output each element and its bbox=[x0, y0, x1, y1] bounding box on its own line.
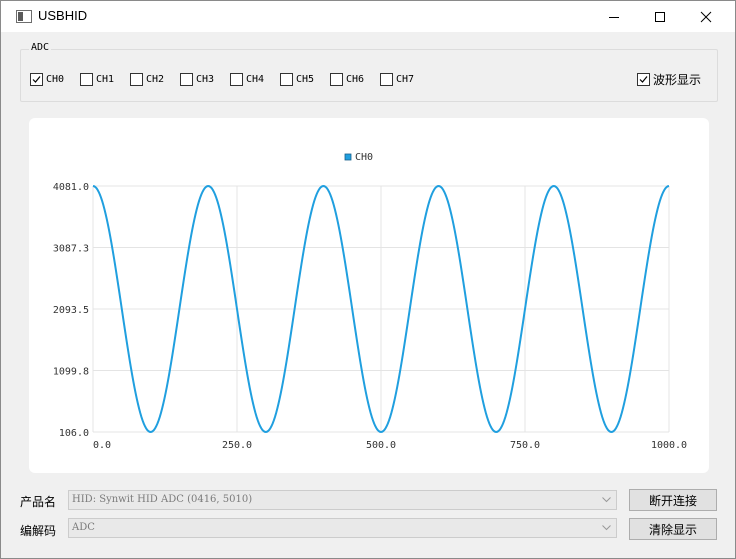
minimize-icon bbox=[609, 16, 619, 18]
checkbox-box[interactable] bbox=[30, 72, 43, 86]
y-tick-label: 2093.5 bbox=[53, 305, 89, 316]
channel-label: CH7 bbox=[396, 73, 415, 85]
channel-checkbox-ch5[interactable]: CH5 bbox=[280, 71, 314, 87]
channel-label: CH4 bbox=[246, 73, 265, 85]
adc-groupbox bbox=[20, 49, 718, 102]
checkbox-box[interactable] bbox=[280, 72, 293, 86]
checkmark-icon bbox=[32, 75, 41, 83]
channel-checkbox-ch3[interactable]: CH3 bbox=[180, 71, 214, 87]
disconnect-button[interactable]: 断开连接 bbox=[629, 489, 717, 511]
chevron-down-icon bbox=[602, 525, 611, 531]
checkmark-icon bbox=[639, 75, 648, 83]
channel-label: CH1 bbox=[96, 73, 115, 85]
y-tick-label: 4081.0 bbox=[53, 182, 89, 193]
channel-label: CH3 bbox=[196, 73, 215, 85]
channel-checkbox-ch4[interactable]: CH4 bbox=[230, 71, 264, 87]
y-tick-label: 1099.8 bbox=[53, 367, 89, 378]
checkbox-box[interactable] bbox=[330, 72, 343, 86]
checkbox-box[interactable] bbox=[230, 72, 243, 86]
show-waveform-label: 波形显示 bbox=[653, 72, 702, 87]
channel-checkbox-ch7[interactable]: CH7 bbox=[380, 71, 414, 87]
chevron-down-icon bbox=[602, 497, 611, 503]
title-bar[interactable]: USBHID bbox=[1, 1, 735, 32]
y-tick-label: 3087.3 bbox=[53, 244, 89, 255]
close-icon bbox=[700, 11, 712, 22]
x-tick-label: 750.0 bbox=[510, 440, 540, 451]
legend-label: CH0 bbox=[355, 152, 373, 163]
channel-checkbox-ch0[interactable]: CH0 bbox=[30, 71, 64, 87]
window-title: USBHID bbox=[38, 8, 88, 23]
checkbox-box[interactable] bbox=[180, 72, 193, 86]
maximize-button[interactable] bbox=[637, 1, 683, 32]
channel-label: CH0 bbox=[46, 73, 65, 85]
x-tick-label: 500.0 bbox=[366, 440, 396, 451]
decoder-value: ADC bbox=[72, 522, 95, 533]
checkbox-box[interactable] bbox=[637, 72, 650, 86]
channel-checkbox-ch6[interactable]: CH6 bbox=[330, 71, 364, 87]
adc-group-label: ADC bbox=[29, 42, 52, 53]
checkbox-box[interactable] bbox=[130, 72, 143, 86]
channel-checkbox-ch1[interactable]: CH1 bbox=[80, 71, 114, 87]
x-tick-label: 250.0 bbox=[222, 440, 252, 451]
y-tick-label: 106.0 bbox=[59, 428, 89, 439]
chart-panel: 0.0 250.0 500.0 750.0 1000.0 4081.0 3087.3 2093… bbox=[29, 118, 709, 473]
channel-label: CH5 bbox=[296, 73, 315, 85]
channel-label: CH2 bbox=[146, 73, 165, 85]
maximize-icon bbox=[655, 11, 665, 22]
close-button[interactable] bbox=[683, 1, 729, 32]
product-label: 产品名 bbox=[20, 495, 57, 509]
x-tick-label: 1000.0 bbox=[651, 440, 687, 451]
decoder-label: 编解码 bbox=[20, 524, 57, 538]
channel-label: CH6 bbox=[346, 73, 365, 85]
channel-checkbox-ch2[interactable]: CH2 bbox=[130, 71, 164, 87]
x-tick-label: 0.0 bbox=[93, 440, 111, 451]
legend-marker bbox=[344, 153, 352, 161]
main-window: USBHID ADC CH0 CH1 CH2 CH3 CH4 CH5 CH6 CH7 波形显示… bbox=[0, 0, 736, 559]
app-icon bbox=[16, 10, 32, 23]
checkbox-box[interactable] bbox=[80, 72, 93, 86]
decoder-combobox[interactable]: ADC bbox=[68, 518, 617, 538]
waveform-chart: 0.0 250.0 500.0 750.0 1000.0 4081.0 3087.3 2093… bbox=[53, 152, 687, 451]
minimize-button[interactable] bbox=[591, 1, 637, 32]
show-waveform-checkbox[interactable]: 波形显示 bbox=[637, 71, 701, 87]
checkbox-box[interactable] bbox=[380, 72, 393, 86]
product-combobox[interactable]: HID: Synwit HID ADC (0416, 5010) bbox=[68, 490, 617, 510]
clear-display-button[interactable]: 清除显示 bbox=[629, 518, 717, 540]
product-value: HID: Synwit HID ADC (0416, 5010) bbox=[72, 494, 253, 505]
